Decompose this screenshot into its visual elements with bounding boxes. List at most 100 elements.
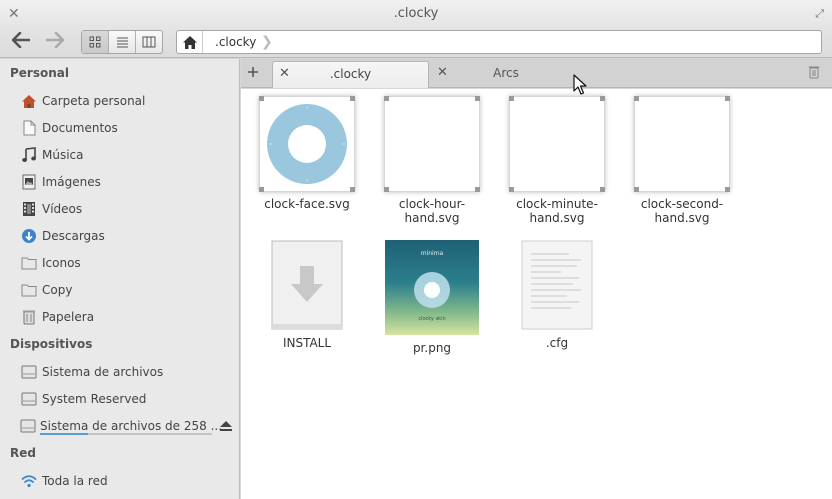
- thumbnail-corner: [600, 187, 605, 192]
- thumbnail-corner: [509, 96, 514, 101]
- column-view-button[interactable]: [136, 31, 162, 53]
- new-tab-button[interactable]: [247, 63, 259, 83]
- sidebar-item-label: Toda la red: [42, 474, 108, 488]
- trash-icon: [809, 66, 819, 79]
- path-crumb[interactable]: .clocky: [215, 31, 256, 53]
- sidebar-item-filesystem[interactable]: Sistema de archivos: [20, 360, 235, 384]
- tab-label: .clocky: [329, 67, 372, 81]
- list-icon: [116, 37, 128, 48]
- eject-button[interactable]: [219, 420, 233, 435]
- title-bar: ✕ .clocky ⤢: [0, 0, 832, 28]
- file-item[interactable]: minima clocky skin pr.png: [372, 240, 492, 355]
- file-thumbnail: [259, 96, 355, 192]
- file-item[interactable]: clock-second-hand.svg: [622, 96, 742, 225]
- text-file-icon: [521, 240, 593, 330]
- path-separator-icon: ❯: [261, 34, 273, 50]
- file-name: INSTALL: [282, 336, 332, 350]
- plus-icon: [248, 67, 258, 77]
- drive-icon: [20, 417, 36, 435]
- eject-icon: [220, 421, 232, 431]
- tab-bar: ✕ .clocky ✕ Arcs: [241, 59, 832, 88]
- thumbnail-corner: [384, 187, 389, 192]
- sidebar-item-music[interactable]: Música: [20, 143, 235, 167]
- tab-label: Arcs: [493, 66, 519, 80]
- path-home-button[interactable]: [177, 31, 203, 53]
- file-thumbnail: minima clocky skin: [385, 240, 479, 335]
- file-name: clock-face.svg: [264, 197, 350, 211]
- thumbnail-corner: [350, 187, 355, 192]
- download-file-icon: [271, 240, 343, 330]
- thumbnail-corner: [475, 187, 480, 192]
- trash-icon: [20, 308, 38, 326]
- thumbnail-corner: [259, 96, 264, 101]
- file-item[interactable]: .cfg: [497, 240, 617, 350]
- music-icon: [20, 146, 38, 164]
- file-thumbnail: [509, 96, 605, 192]
- disk-usage-fill: [40, 433, 89, 435]
- sidebar-item-label: Música: [42, 148, 84, 162]
- network-icon: [20, 472, 38, 490]
- file-thumbnail: [384, 96, 480, 192]
- back-button[interactable]: [8, 31, 34, 53]
- thumbnail-corner: [725, 96, 730, 101]
- thumbnail-corner: [384, 96, 389, 101]
- sidebar-item-icons[interactable]: Iconos: [20, 251, 235, 275]
- thumbnail-corner: [509, 187, 514, 192]
- sidebar-item-documents[interactable]: Documentos: [20, 116, 235, 140]
- preview-text-bottom: clocky skin: [418, 316, 446, 322]
- file-thumbnail: [271, 240, 343, 330]
- grid-icon: [89, 36, 101, 48]
- sidebar-item-label: System Reserved: [42, 392, 147, 406]
- thumbnail-corner: [634, 187, 639, 192]
- tab-clocky[interactable]: ✕ .clocky: [272, 61, 429, 88]
- file-view: clock-face.svg clock-hour-hand.svg clock…: [241, 89, 832, 499]
- sidebar-item-label: Descargas: [42, 229, 105, 243]
- sidebar-item-images[interactable]: Imágenes: [20, 170, 235, 194]
- thumbnail-corner: [725, 187, 730, 192]
- sidebar-item-label: Vídeos: [42, 202, 83, 216]
- sidebar: Personal Carpeta personal Documentos Mús…: [0, 59, 240, 499]
- video-icon: [20, 200, 38, 218]
- file-name: clock-hour-hand.svg: [398, 197, 466, 225]
- sidebar-item-network[interactable]: Toda la red: [20, 469, 235, 493]
- location-bar[interactable]: .clocky ❯: [176, 30, 822, 54]
- file-item[interactable]: clock-hour-hand.svg: [372, 96, 492, 225]
- sidebar-item-label: Imágenes: [42, 175, 101, 189]
- maximize-icon[interactable]: ⤢: [815, 0, 824, 28]
- sidebar-item-videos[interactable]: Vídeos: [20, 197, 235, 221]
- close-window-icon[interactable]: ✕: [8, 0, 20, 28]
- forward-button[interactable]: [42, 31, 68, 53]
- sidebar-item-downloads[interactable]: Descargas: [20, 224, 235, 248]
- file-thumbnail: [521, 240, 593, 330]
- sidebar-item-label: Sistema de archivos de 258 ...: [40, 419, 223, 433]
- sidebar-item-trash[interactable]: Papelera: [20, 305, 235, 329]
- clock-face-preview: [267, 104, 347, 184]
- home-icon: [182, 35, 197, 49]
- file-item[interactable]: clock-minute-hand.svg: [497, 96, 617, 225]
- sidebar-item-copy[interactable]: Copy: [20, 278, 235, 302]
- restore-tab-button[interactable]: [808, 65, 820, 82]
- sidebar-item-home[interactable]: Carpeta personal: [20, 89, 235, 113]
- sidebar-item-label: Papelera: [42, 310, 95, 324]
- section-title-devices: Dispositivos: [10, 337, 93, 351]
- file-item[interactable]: INSTALL: [247, 240, 367, 350]
- mouse-cursor-icon: [573, 74, 587, 95]
- section-title-personal: Personal: [10, 66, 69, 80]
- sidebar-item-system-reserved[interactable]: System Reserved: [20, 387, 235, 411]
- image-icon: [20, 173, 38, 191]
- file-thumbnail: [634, 96, 730, 192]
- arrow-left-icon: [11, 31, 31, 49]
- window-title: .clocky: [393, 6, 439, 21]
- file-item[interactable]: clock-face.svg: [247, 96, 367, 211]
- folder-icon: [20, 254, 38, 272]
- tab-arcs[interactable]: ✕ Arcs: [431, 61, 581, 88]
- file-name: clock-minute-hand.svg: [516, 197, 598, 225]
- file-name: .cfg: [545, 336, 569, 350]
- thumbnail-corner: [634, 96, 639, 101]
- section-title-network: Red: [10, 446, 36, 460]
- document-icon: [20, 119, 38, 137]
- drive-icon: [20, 363, 38, 381]
- icon-view-button[interactable]: [82, 31, 109, 53]
- list-view-button[interactable]: [109, 31, 136, 53]
- toolbar: .clocky ❯: [0, 28, 832, 58]
